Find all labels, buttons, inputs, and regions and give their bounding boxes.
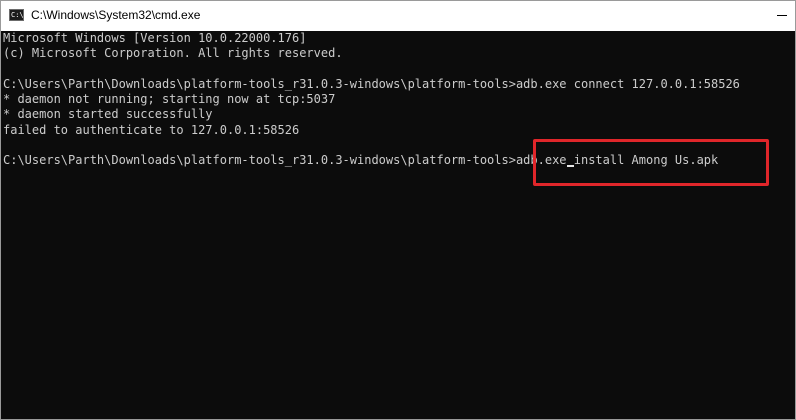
console-line: * daemon started successfully <box>3 107 213 122</box>
title-bar[interactable]: C:\ C:\Windows\System32\cmd.exe <box>1 1 795 31</box>
console-line: failed to authenticate to 127.0.0.1:5852… <box>3 122 300 137</box>
window-title: C:\Windows\System32\cmd.exe <box>31 8 201 22</box>
prompt-text: C:\Users\Parth\Downloads\platform-tools_… <box>3 153 516 168</box>
console-output[interactable]: Microsoft Windows [Version 10.0.22000.17… <box>3 31 793 419</box>
minimize-button[interactable] <box>771 1 795 31</box>
minimize-icon <box>777 15 787 16</box>
console-line: (c) Microsoft Corporation. All rights re… <box>3 46 343 61</box>
highlight-box <box>533 139 769 186</box>
cmd-window: C:\ C:\Windows\System32\cmd.exe Microsof… <box>0 0 796 420</box>
console-line: Microsoft Windows [Version 10.0.22000.17… <box>3 31 307 45</box>
console-line: C:\Users\Parth\Downloads\platform-tools_… <box>3 76 740 91</box>
cmd-icon: C:\ <box>9 9 24 21</box>
console-line: * daemon not running; starting now at tc… <box>3 92 336 107</box>
